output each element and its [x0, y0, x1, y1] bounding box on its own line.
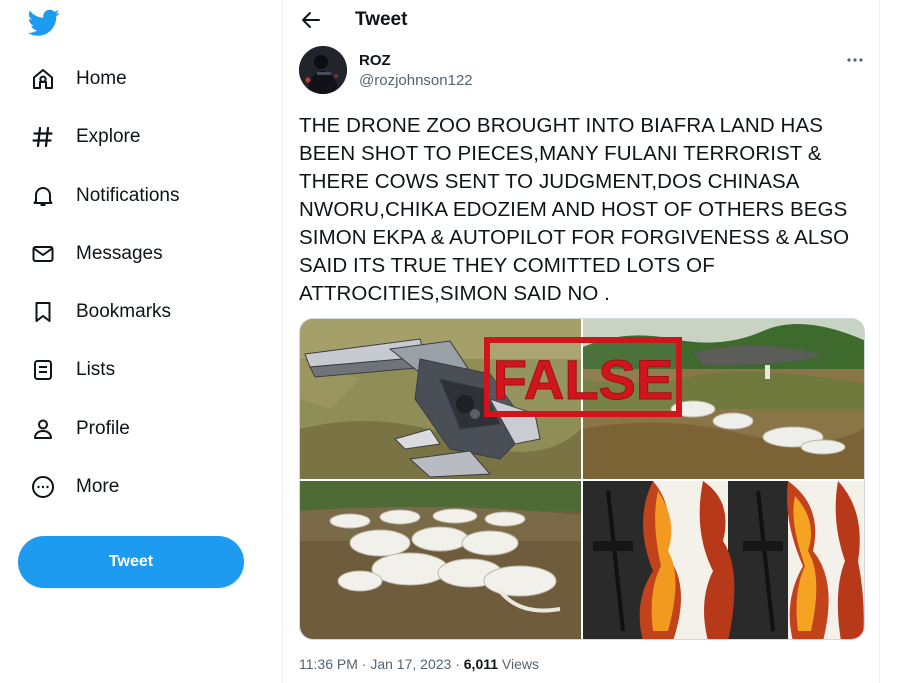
nav-notifications[interactable]: Notifications — [18, 172, 192, 220]
tweet-meta: 11:36 PM · Jan 17, 2023 · 6,011 Views — [299, 656, 539, 672]
sidebar: Home Explore Notifications Messages Book… — [0, 0, 282, 683]
false-stamp: FALSE — [484, 337, 682, 417]
more-circle-icon — [30, 474, 56, 500]
nav-bookmarks-label: Bookmarks — [76, 301, 172, 322]
page-title: Tweet — [355, 9, 408, 30]
tweet-compose-button[interactable]: Tweet — [18, 536, 244, 588]
meta-separator-2: · — [455, 656, 460, 672]
list-icon — [30, 357, 56, 383]
false-stamp-label: FALSE — [493, 348, 673, 411]
nav-profile-label: Profile — [76, 418, 130, 439]
nav-profile[interactable]: Profile — [18, 405, 142, 453]
author-name[interactable]: ROZ — [359, 52, 391, 69]
media-cows-pile-image[interactable] — [300, 481, 581, 639]
person-icon — [30, 416, 56, 442]
avatar[interactable] — [299, 46, 347, 94]
author-handle[interactable]: @rozjohnson122 — [359, 72, 473, 89]
nav-notifications-label: Notifications — [76, 185, 180, 206]
nav-more-label: More — [76, 476, 120, 497]
tweet-media-grid[interactable]: FALSE — [299, 318, 865, 640]
nav-messages[interactable]: Messages — [18, 230, 175, 278]
tweet-text: THE DRONE ZOO BROUGHT INTO BIAFRA LAND H… — [299, 114, 850, 305]
nav-explore[interactable]: Explore — [18, 113, 152, 161]
nav-home-label: Home — [76, 68, 127, 89]
twitter-logo-icon[interactable] — [28, 6, 60, 38]
more-options-icon[interactable] — [843, 50, 867, 70]
nav-explore-label: Explore — [76, 126, 141, 147]
envelope-icon — [30, 241, 56, 267]
nav-more[interactable]: More — [18, 463, 131, 511]
meta-separator: · — [361, 656, 367, 672]
page-header: Tweet — [283, 0, 881, 40]
bell-icon — [30, 183, 56, 209]
hashtag-icon — [30, 124, 56, 150]
home-icon — [30, 66, 56, 92]
tweet-time[interactable]: 11:36 PM — [299, 656, 358, 672]
nav-bookmarks[interactable]: Bookmarks — [18, 288, 183, 336]
media-fire-image[interactable] — [583, 481, 864, 639]
bookmark-icon — [30, 299, 56, 325]
nav-messages-label: Messages — [76, 243, 163, 264]
nav-home[interactable]: Home — [18, 55, 139, 103]
tweet-date[interactable]: Jan 17, 2023 — [370, 656, 451, 672]
views-count: 6,011 — [463, 656, 499, 672]
main-column: Tweet ROZ @rozjohnson122 THE DRONE ZOO B… — [282, 0, 880, 683]
nav-lists-label: Lists — [76, 359, 116, 380]
back-arrow-icon[interactable] — [299, 8, 323, 32]
views-label: Views — [501, 656, 540, 672]
nav-lists[interactable]: Lists — [18, 346, 127, 394]
